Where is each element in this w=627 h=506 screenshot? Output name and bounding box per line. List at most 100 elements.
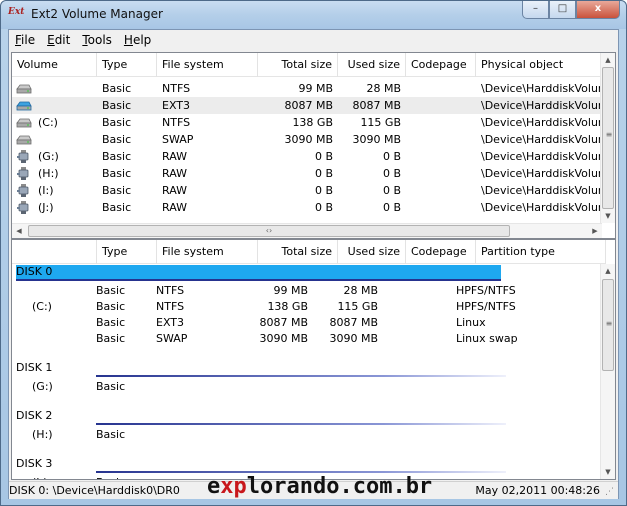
partition-fs-cell: SWAP	[156, 332, 188, 345]
menu-accelerator: H	[123, 33, 133, 47]
disk-selection-bar	[16, 265, 501, 279]
hscroll-thumb[interactable]: ‹›	[28, 225, 510, 237]
partition-row[interactable]: Basic SWAP 3090 MB 3090 MB Linux swap	[12, 331, 602, 347]
volume-fs-cell: NTFS	[162, 82, 191, 95]
volume-type-cell: Basic	[102, 150, 132, 163]
title-bar[interactable]: Ext Ext2 Volume Manager – □ x	[1, 1, 626, 29]
scroll-down-icon[interactable]: ▼	[601, 465, 615, 479]
volume-volume-cell: (H:)	[12, 165, 97, 182]
volume-codepage-cell	[406, 114, 476, 131]
scroll-up-icon[interactable]: ▲	[601, 53, 615, 67]
volume-row[interactable]: Basic EXT3 8087 MB 8087 MB \Device\HarddiskV…	[12, 97, 606, 114]
partition-row[interactable]: (C:) Basic NTFS 138 GB 115 GB HPFS/NTFS	[12, 299, 602, 315]
usb-drive-icon	[16, 150, 32, 163]
status-bar: DISK 0: \Device\Harddisk0\DR0 explorando…	[9, 474, 618, 499]
disk-label[interactable]: DISK 2	[16, 409, 52, 422]
disk-drive-blue-icon	[16, 99, 32, 112]
col-header-codepage[interactable]: Codepage	[406, 53, 476, 77]
volume-row[interactable]: (G:) Basic RAW 0 B 0 B \Device\HarddiskVolume…	[12, 148, 606, 165]
disk-label[interactable]: DISK 1	[16, 361, 52, 374]
volume-row[interactable]: (I:) Basic RAW 0 B 0 B \Device\HarddiskVolume…	[12, 182, 606, 199]
col-header-total-size[interactable]: Total size	[258, 240, 338, 264]
disk-separator	[96, 423, 506, 425]
volume-list-vscrollbar[interactable]: ▲ ≡ ▼	[600, 53, 615, 223]
volume-codepage-cell	[406, 148, 476, 165]
col-header-type[interactable]: Type	[97, 53, 157, 77]
col-header-total-size[interactable]: Total size	[258, 53, 338, 77]
partition-row[interactable]: (H:) Basic	[12, 427, 602, 443]
disk-list[interactable]: Type File system Total size Used size Codepa…	[11, 239, 616, 480]
minimize-button[interactable]: –	[522, 1, 549, 19]
col-header-blank[interactable]	[12, 240, 97, 264]
partition-used-cell: 115 GB	[337, 300, 378, 313]
volume-physical-cell: \Device\HarddiskVolume3	[481, 116, 606, 129]
menu-edit[interactable]: Edit	[41, 30, 76, 50]
volume-codepage-cell	[406, 97, 476, 114]
col-header-volume[interactable]: Volume	[12, 53, 97, 77]
disk-separator	[16, 279, 501, 281]
volume-physical-cell: \Device\HarddiskVolume7	[481, 184, 606, 197]
partition-ptype-cell: HPFS/NTFS	[456, 300, 516, 313]
watermark-suffix: lorando.com.br	[246, 474, 433, 499]
watermark-red: xp	[220, 474, 247, 499]
volume-fs-cell: RAW	[162, 167, 187, 180]
partition-row[interactable]: Basic EXT3 8087 MB 8087 MB Linux	[12, 315, 602, 331]
window-title: Ext2 Volume Manager	[31, 7, 163, 21]
partition-total-cell: 138 GB	[267, 300, 308, 313]
partition-row[interactable]: (G:) Basic	[12, 379, 602, 395]
volume-list-hscrollbar[interactable]: ◀ ‹› ▶	[12, 223, 602, 238]
volume-used-cell: 0 B	[382, 167, 401, 180]
col-header-used-size[interactable]: Used size	[338, 53, 406, 77]
disk-label[interactable]: DISK 3	[16, 457, 52, 470]
col-header-codepage[interactable]: Codepage	[406, 240, 476, 264]
partition-ptype-cell: Linux	[456, 316, 486, 329]
maximize-button[interactable]: □	[549, 1, 576, 19]
col-header-physical-object[interactable]: Physical object	[476, 53, 606, 77]
disk-list-header: Type File system Total size Used size Codepa…	[12, 240, 606, 264]
scroll-left-icon[interactable]: ◀	[12, 224, 26, 238]
window-controls: – □ x	[522, 1, 620, 19]
close-button[interactable]: x	[576, 1, 620, 19]
disk-label[interactable]: DISK 0	[16, 265, 52, 278]
menu-tools[interactable]: Tools	[76, 30, 118, 50]
volume-list[interactable]: Volume Type File system Total size Used size…	[11, 52, 616, 239]
volume-row[interactable]: (J:) Basic RAW 0 B 0 B \Device\HarddiskVolume…	[12, 199, 606, 216]
col-header-partition-type[interactable]: Partition type	[476, 240, 606, 264]
scroll-thumb[interactable]: ≡	[602, 67, 614, 209]
menu-file[interactable]: File	[9, 30, 41, 50]
volume-row[interactable]: (C:) Basic NTFS 138 GB 115 GB \Device\Harddis…	[12, 114, 606, 131]
disk-list-vscrollbar[interactable]: ▲ ≡ ▼	[600, 264, 615, 479]
volume-fs-cell: RAW	[162, 184, 187, 197]
col-header-type[interactable]: Type	[97, 240, 157, 264]
volume-row[interactable]: Basic SWAP 3090 MB 3090 MB \Device\HarddiskV…	[12, 131, 606, 148]
scroll-up-icon[interactable]: ▲	[601, 264, 615, 278]
usb-drive-icon	[16, 167, 32, 180]
volume-total-cell: 99 MB	[298, 82, 333, 95]
resize-grip-icon[interactable]: ⋰	[605, 486, 617, 498]
status-datetime: May 02,2011 00:48:26	[475, 484, 600, 497]
scroll-down-icon[interactable]: ▼	[601, 209, 615, 223]
volume-row[interactable]: Basic NTFS 99 MB 28 MB \Device\HarddiskVolum…	[12, 80, 606, 97]
partition-row[interactable]: Basic NTFS 99 MB 28 MB HPFS/NTFS	[12, 283, 602, 299]
volume-type-cell: Basic	[102, 133, 132, 146]
volume-physical-cell: \Device\HarddiskVolume8	[481, 201, 606, 214]
volume-total-cell: 3090 MB	[284, 133, 333, 146]
volume-used-cell: 0 B	[382, 201, 401, 214]
partition-used-cell: 8087 MB	[329, 316, 378, 329]
partition-ptype-cell: Linux swap	[456, 332, 518, 345]
volume-physical-cell: \Device\HarddiskVolume4	[481, 133, 606, 146]
volume-physical-cell: \Device\HarddiskVolume1	[481, 82, 606, 95]
volume-volume-cell	[12, 97, 97, 114]
volume-name: (G:)	[38, 150, 59, 163]
col-header-file-system[interactable]: File system	[157, 240, 258, 264]
partition-ptype-cell: HPFS/NTFS	[456, 284, 516, 297]
grip-icon: ≡	[605, 130, 613, 139]
scroll-thumb[interactable]: ≡	[602, 279, 614, 371]
menu-help[interactable]: Help	[118, 30, 157, 50]
partition-fs-cell: EXT3	[156, 316, 185, 329]
col-header-file-system[interactable]: File system	[157, 53, 258, 77]
col-header-used-size[interactable]: Used size	[338, 240, 406, 264]
scroll-right-icon[interactable]: ▶	[588, 224, 602, 238]
volume-row[interactable]: (H:) Basic RAW 0 B 0 B \Device\HarddiskVolume…	[12, 165, 606, 182]
volume-total-cell: 0 B	[314, 201, 333, 214]
